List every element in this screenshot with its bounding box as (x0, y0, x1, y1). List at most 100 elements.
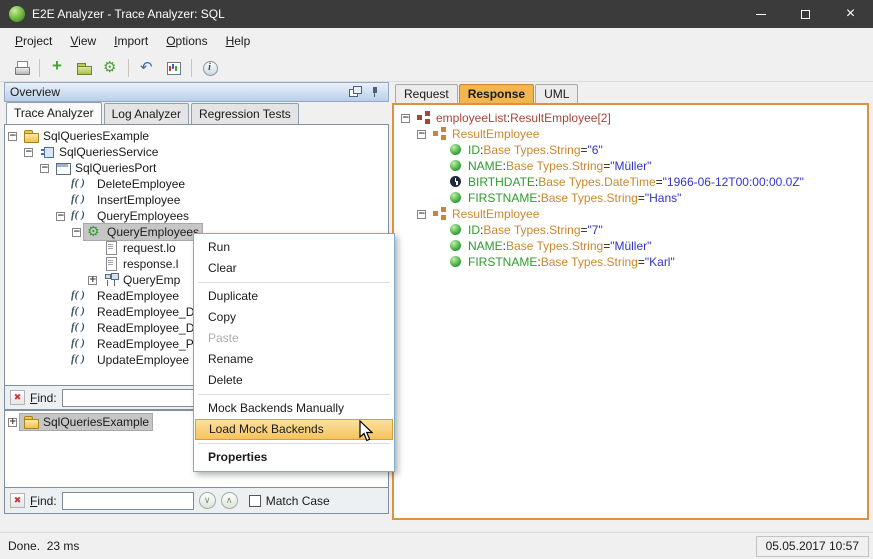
printer-button[interactable] (8, 56, 34, 80)
tree-item-label[interactable]: QueryEmployees (68, 208, 192, 224)
response-item-firstname[interactable]: FIRSTNAME: Base Types.String = "Karl" (398, 254, 867, 270)
find-previous-button[interactable] (221, 492, 238, 509)
tree-item-text: ReadEmployee (97, 289, 179, 303)
context-menu-item-clear[interactable]: Clear (195, 258, 393, 279)
expand-icon[interactable]: + (88, 276, 97, 285)
collapse-icon[interactable]: − (8, 132, 17, 141)
context-menu-item-copy[interactable]: Copy (195, 307, 393, 328)
tab-trace-analyzer[interactable]: Trace Analyzer (6, 102, 102, 124)
undo-button[interactable] (134, 56, 160, 80)
tab-request[interactable]: Request (395, 84, 458, 103)
collapse-icon[interactable]: − (417, 210, 426, 219)
response-item-employeelist[interactable]: −employeeList: ResultEmployee[2] (398, 110, 867, 126)
tree-item-label[interactable]: SqlQueriesExample (20, 414, 152, 430)
menu-item-help[interactable]: Help (217, 30, 260, 52)
find-label: Find: (30, 391, 57, 405)
response-item-id[interactable]: ID: Base Types.String = "6" (398, 142, 867, 158)
equals-text: = (603, 159, 610, 173)
tree-item-label[interactable]: SqlQueriesExample (20, 128, 152, 144)
tree-item-text: QueryEmp (123, 273, 180, 287)
tree-item-label[interactable]: SqlQueriesPort (52, 160, 159, 176)
field-name: ResultEmployee (452, 127, 539, 141)
tab-log-analyzer[interactable]: Log Analyzer (104, 103, 189, 124)
response-item-name[interactable]: NAME: Base Types.String = "Müller" (398, 158, 867, 174)
function-icon (71, 192, 93, 208)
expand-icon[interactable]: + (8, 418, 17, 427)
tree-item-text: request.lo (123, 241, 176, 255)
tree-item-insertemployee[interactable]: InsertEmployee (5, 192, 388, 208)
tree-item-text: SqlQueriesExample (43, 415, 149, 429)
find-next-button[interactable] (199, 492, 216, 509)
context-menu-item-duplicate[interactable]: Duplicate (195, 286, 393, 307)
function-icon (71, 304, 93, 320)
tree-item-deleteemployee[interactable]: DeleteEmployee (5, 176, 388, 192)
collapse-icon[interactable]: − (417, 130, 426, 139)
tree-item-label[interactable]: ReadEmployee_Dy... (68, 320, 213, 336)
tree-item-label[interactable]: DeleteEmployee (68, 176, 188, 192)
tree-item-label[interactable]: ReadEmployee_Pa... (68, 336, 213, 352)
float-window-icon[interactable] (347, 84, 363, 100)
tree-item-label[interactable]: SqlQueriesService (36, 144, 161, 160)
response-item-id[interactable]: ID: Base Types.String = "7" (398, 222, 867, 238)
context-menu-item-mock-backends-manually[interactable]: Mock Backends Manually (195, 398, 393, 419)
menu-item-project[interactable]: Project (6, 30, 61, 52)
field-value: "Müller" (610, 159, 651, 173)
attribute-green-icon (448, 190, 464, 206)
open-folder-button[interactable] (71, 56, 97, 80)
collapse-icon[interactable]: − (40, 164, 49, 173)
document-icon (103, 256, 119, 272)
tab-response[interactable]: Response (459, 84, 534, 103)
find-bar-lower: Find: Match Case (4, 488, 389, 514)
tree-item-label[interactable]: ReadEmployee_Dy... (68, 304, 213, 320)
tree-item-text: DeleteEmployee (97, 177, 185, 191)
find-input[interactable] (62, 492, 194, 510)
context-menu-item-rename[interactable]: Rename (195, 349, 393, 370)
tree-item-label[interactable]: QueryEmployees (84, 224, 202, 240)
add-button[interactable] (45, 56, 71, 80)
menu-item-view[interactable]: View (61, 30, 105, 52)
tree-item-label[interactable]: QueryEmp (100, 272, 183, 288)
response-item-firstname[interactable]: FIRSTNAME: Base Types.String = "Hans" (398, 190, 867, 206)
context-menu-item-properties[interactable]: Properties (195, 447, 393, 468)
tab-uml[interactable]: UML (535, 84, 578, 103)
collapse-icon[interactable]: − (401, 114, 410, 123)
maximize-button[interactable] (783, 0, 828, 28)
tree-item-sqlqueriesexample[interactable]: −SqlQueriesExample (5, 128, 388, 144)
minimize-button[interactable] (738, 0, 783, 28)
response-item-resultemployee[interactable]: − ResultEmployee (398, 126, 867, 142)
close-find-button[interactable] (10, 493, 25, 508)
tree-item-sqlqueriesport[interactable]: −SqlQueriesPort (5, 160, 388, 176)
tree-item-sqlqueriesservice[interactable]: −SqlQueriesService (5, 144, 388, 160)
context-menu-item-run[interactable]: Run (195, 237, 393, 258)
response-item-resultemployee[interactable]: −ResultEmployee (398, 206, 867, 222)
tree-item-label[interactable]: InsertEmployee (68, 192, 183, 208)
response-tree: −employeeList: ResultEmployee[2]−ResultE… (392, 103, 869, 520)
tree-item-label[interactable]: UpdateEmployee (68, 352, 192, 368)
tree-item-queryemployees[interactable]: −QueryEmployees (5, 208, 388, 224)
close-find-button[interactable] (10, 390, 25, 405)
info-button[interactable] (197, 56, 223, 80)
title-bar[interactable]: E2E Analyzer - Trace Analyzer: SQL (0, 0, 873, 28)
export-table-button[interactable] (160, 56, 186, 80)
field-name: ID (468, 223, 480, 237)
tree-item-label[interactable]: response.l (100, 256, 181, 272)
match-case-checkbox[interactable] (249, 495, 261, 507)
response-item-name[interactable]: NAME: Base Types.String = "Müller" (398, 238, 867, 254)
context-menu-item-delete[interactable]: Delete (195, 370, 393, 391)
attribute-green-icon (448, 254, 464, 270)
tree-item-label[interactable]: ReadEmployee (68, 288, 182, 304)
tree-item-label[interactable]: request.lo (100, 240, 179, 256)
collapse-icon[interactable]: − (24, 148, 33, 157)
collapse-icon[interactable]: − (56, 212, 65, 221)
collapse-icon[interactable]: − (72, 228, 81, 237)
function-icon (71, 208, 93, 224)
pin-icon[interactable] (367, 84, 383, 100)
menu-item-import[interactable]: Import (105, 30, 157, 52)
menu-item-options[interactable]: Options (157, 30, 216, 52)
close-button[interactable] (828, 0, 873, 28)
overview-header[interactable]: Overview (4, 82, 389, 102)
tab-regression-tests[interactable]: Regression Tests (191, 103, 299, 124)
settings-gear-button[interactable] (97, 56, 123, 80)
function-icon (71, 352, 93, 368)
response-item-birthdate[interactable]: BIRTHDATE: Base Types.DateTime = "1966-0… (398, 174, 867, 190)
